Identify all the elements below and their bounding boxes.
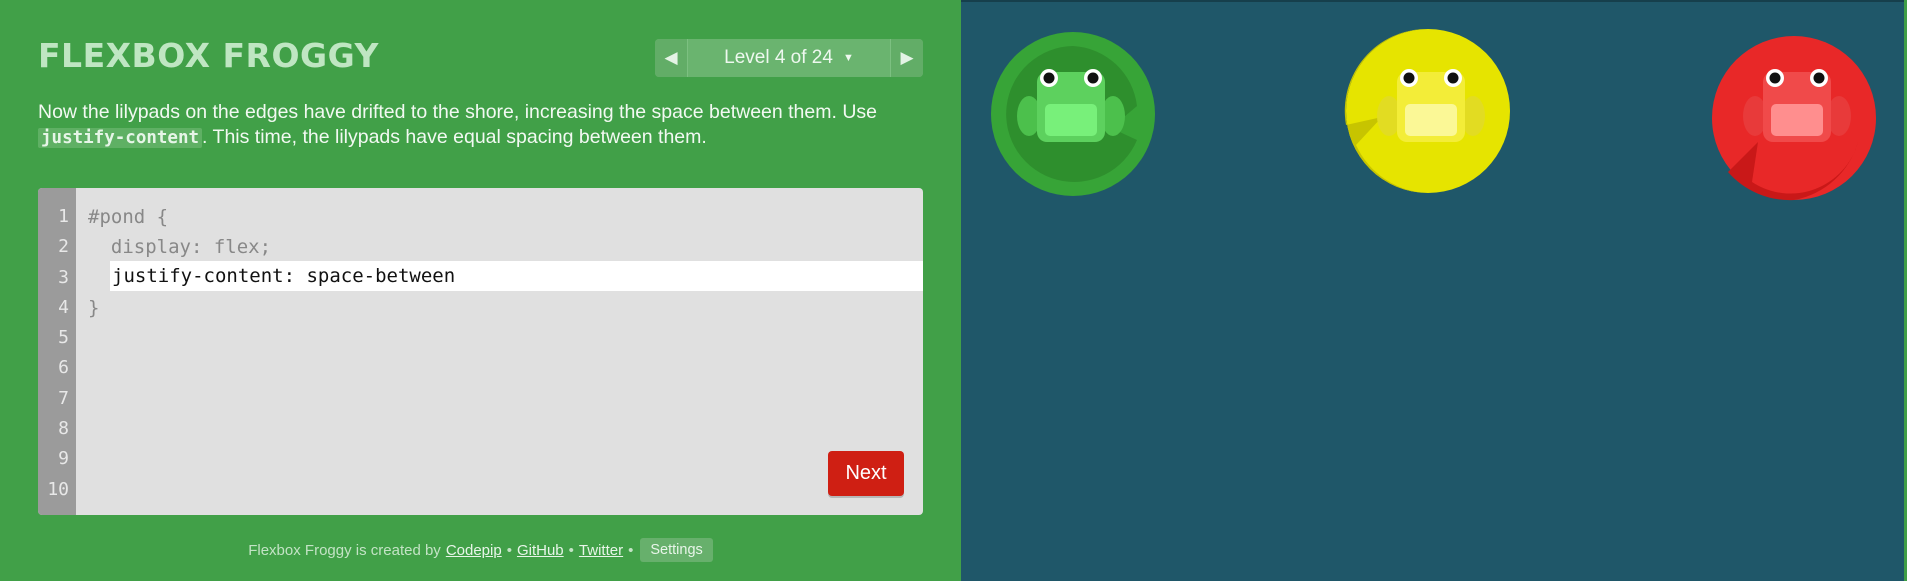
triangle-right-icon: ▶: [900, 48, 914, 67]
caret-down-icon: ▼: [842, 52, 854, 64]
previous-level-button[interactable]: ◀: [655, 39, 688, 77]
red-frog: [1743, 69, 1851, 142]
next-level-button[interactable]: ▶: [890, 39, 923, 77]
twitter-link[interactable]: Twitter: [579, 542, 623, 559]
line-number: 2: [58, 236, 69, 258]
next-button[interactable]: Next: [828, 451, 904, 496]
code-term-justify-content: justify-content: [38, 128, 203, 148]
line-number: 4: [58, 296, 69, 318]
line-number: 8: [58, 418, 69, 440]
github-link[interactable]: GitHub: [517, 542, 564, 559]
codepip-link[interactable]: Codepip: [446, 542, 502, 559]
separator-dot: •: [506, 541, 512, 559]
level-dropdown[interactable]: Level 4 of 24 ▼: [688, 39, 890, 77]
instructions-text-before: Now the lilypads on the edges have drift…: [38, 101, 878, 123]
settings-button[interactable]: Settings: [640, 538, 713, 562]
level-label: Level 4 of 24: [724, 47, 833, 68]
yellow-frog: [1377, 69, 1485, 142]
level-navigation: ◀ Level 4 of 24 ▼ ▶: [655, 39, 923, 77]
credit-text: Flexbox Froggy is created by: [248, 541, 441, 559]
css-editor: 1 2 3 4 5 6 7 8 9 10 #pond { display: fl…: [38, 188, 923, 515]
line-number: 6: [58, 357, 69, 379]
separator-dot: •: [568, 541, 574, 559]
footer: Flexbox Froggy is created by Codepip • G…: [0, 538, 961, 562]
pond-board: [961, 0, 1904, 581]
triangle-left-icon: ◀: [664, 48, 678, 67]
line-number: 1: [58, 206, 69, 227]
line-number-gutter: 1 2 3 4 5 6 7 8 9 10: [38, 188, 76, 515]
separator-dot: •: [628, 541, 634, 559]
line-number: 10: [47, 478, 69, 500]
line-number: 5: [58, 327, 69, 349]
instructions-panel: FLEXBOX FROGGY ◀ Level 4 of 24 ▼ ▶ Now t…: [0, 0, 961, 581]
line-number: 3: [58, 266, 69, 288]
code-line-display: display: flex;: [88, 236, 272, 259]
code-line-closing-brace: }: [88, 296, 100, 319]
instructions-text-after: . This time, the lilypads have equal spa…: [202, 126, 707, 148]
line-number: 9: [58, 448, 69, 470]
css-answer-input[interactable]: [110, 261, 923, 291]
green-frog: [1017, 69, 1125, 142]
line-number: 7: [58, 387, 69, 409]
app-title: FLEXBOX FROGGY: [38, 36, 379, 75]
level-instructions: Now the lilypads on the edges have drift…: [38, 100, 928, 151]
code-line-selector: #pond {: [88, 206, 169, 228]
